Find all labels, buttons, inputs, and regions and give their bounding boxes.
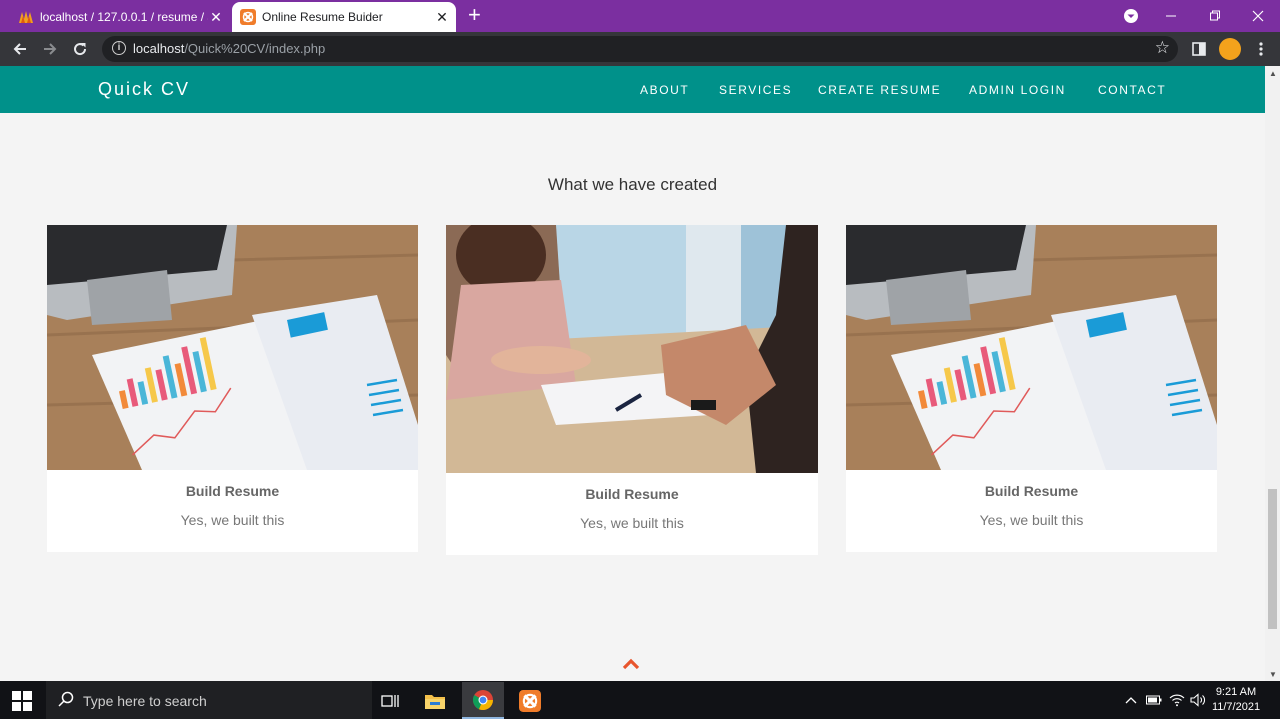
url-text: localhost/Quick%20CV/index.php <box>133 41 325 56</box>
browser-menu-icon[interactable] <box>1249 37 1273 61</box>
battery-icon[interactable] <box>1144 681 1164 719</box>
back-to-top-icon[interactable] <box>622 657 640 671</box>
system-clock[interactable]: 9:21 AM 11/7/2021 <box>1206 685 1266 715</box>
close-tab-icon[interactable]: ✕ <box>208 9 224 26</box>
show-hidden-icons-icon[interactable] <box>1122 681 1140 719</box>
portfolio-card[interactable]: Build Resume Yes, we built this <box>47 225 418 552</box>
search-icon <box>58 691 74 707</box>
card-title: Build Resume <box>984 483 1079 499</box>
browser-toolbar: i localhost/Quick%20CV/index.php ☆ <box>0 32 1280 66</box>
minimize-icon[interactable] <box>1151 0 1191 32</box>
tab-title: Online Resume Buider <box>262 10 383 24</box>
scrollbar-thumb[interactable] <box>1268 489 1277 629</box>
clock-time: 9:21 AM <box>1215 686 1257 698</box>
close-window-icon[interactable] <box>1238 0 1278 32</box>
page-viewport: Quick CV ABOUT SERVICES CREATE RESUME AD… <box>0 66 1265 681</box>
scroll-down-icon[interactable]: ▼ <box>1269 670 1277 679</box>
nav-admin-login[interactable]: ADMIN LOGIN <box>969 83 1066 97</box>
new-tab-button[interactable]: + <box>468 4 481 26</box>
xampp-icon <box>240 9 256 25</box>
close-tab-icon[interactable]: ✕ <box>434 9 450 26</box>
tab-title: localhost / 127.0.0.1 / resume / a <box>40 10 208 24</box>
volume-icon[interactable] <box>1188 681 1208 719</box>
site-navbar: Quick CV ABOUT SERVICES CREATE RESUME AD… <box>0 66 1265 113</box>
windows-start-icon[interactable] <box>12 691 32 711</box>
wifi-icon[interactable] <box>1167 681 1187 719</box>
portfolio-card[interactable]: Build Resume Yes, we built this <box>846 225 1217 552</box>
clock-date: 11/7/2021 <box>1211 701 1261 713</box>
chrome-taskbar-icon[interactable] <box>462 682 504 719</box>
card-text: Yes, we built this <box>580 515 684 531</box>
nav-create-resume[interactable]: CREATE RESUME <box>818 83 941 97</box>
nav-contact[interactable]: CONTACT <box>1098 83 1166 97</box>
card-text: Yes, we built this <box>180 512 285 528</box>
file-explorer-icon[interactable] <box>414 682 456 719</box>
url-path: /Quick%20CV/index.php <box>184 41 326 56</box>
side-panel-icon[interactable] <box>1187 37 1211 61</box>
card-text: Yes, we built this <box>979 512 1084 528</box>
nav-services[interactable]: SERVICES <box>719 83 792 97</box>
address-bar[interactable]: i localhost/Quick%20CV/index.php ☆ <box>102 36 1178 62</box>
site-brand[interactable]: Quick CV <box>98 79 190 100</box>
card-title: Build Resume <box>585 486 679 502</box>
back-icon[interactable] <box>8 37 32 61</box>
interview-image <box>446 225 818 473</box>
section-title: What we have created <box>547 175 718 194</box>
browser-tab-strip: localhost / 127.0.0.1 / resume / a ✕ Onl… <box>0 0 1280 32</box>
reload-icon[interactable] <box>68 37 92 61</box>
scroll-up-icon[interactable]: ▲ <box>1269 69 1277 78</box>
tab-online-resume-builder[interactable]: Online Resume Buider ✕ <box>232 2 456 32</box>
task-view-icon[interactable] <box>369 682 411 719</box>
profile-avatar[interactable] <box>1219 38 1241 60</box>
bookmark-star-icon[interactable]: ☆ <box>1155 38 1170 58</box>
search-placeholder: Type here to search <box>83 693 207 709</box>
tab-phpmyadmin[interactable]: localhost / 127.0.0.1 / resume / a ✕ <box>10 2 230 32</box>
resume-desk-image <box>47 225 418 470</box>
restore-icon[interactable] <box>1195 0 1235 32</box>
resume-desk-image <box>846 225 1217 470</box>
site-info-icon[interactable]: i <box>112 41 126 55</box>
xampp-taskbar-icon[interactable] <box>509 682 551 719</box>
nav-about[interactable]: ABOUT <box>640 83 689 97</box>
taskbar-search[interactable]: Type here to search <box>46 681 372 719</box>
portfolio-card[interactable]: Build Resume Yes, we built this <box>446 225 818 555</box>
profile-menu-icon[interactable] <box>1111 0 1151 32</box>
page-scrollbar[interactable]: ▲ ▼ <box>1265 66 1280 681</box>
card-title: Build Resume <box>185 483 280 499</box>
url-host: localhost <box>133 41 185 56</box>
forward-icon[interactable] <box>38 37 62 61</box>
phpmyadmin-icon <box>19 11 33 23</box>
windows-taskbar: Type here to search 9:21 AM 11/7/2021 <box>0 681 1280 719</box>
